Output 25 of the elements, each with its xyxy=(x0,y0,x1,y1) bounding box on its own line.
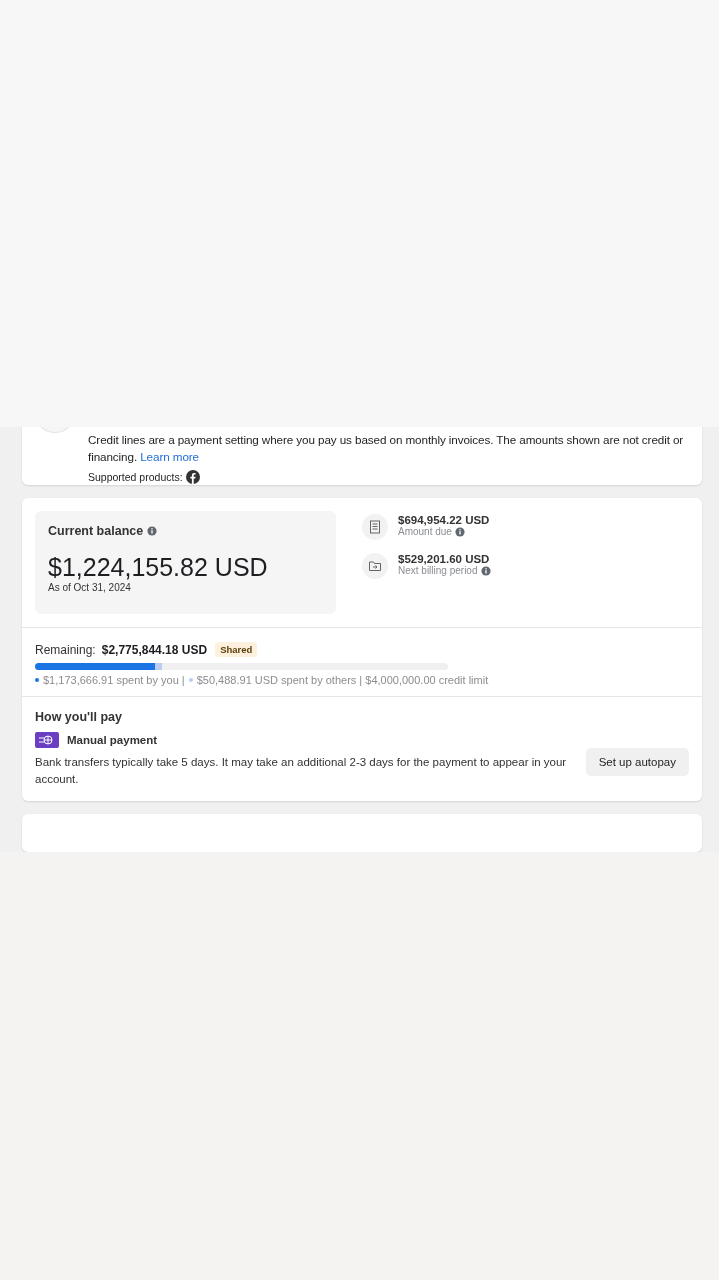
learn-more-link[interactable]: Learn more xyxy=(140,450,199,463)
amount-value: $529,201.60 USD xyxy=(398,553,491,566)
supported-products-label: Supported products: xyxy=(88,471,183,483)
payment-method: Manual payment xyxy=(67,734,158,747)
autopay-button[interactable]: Set up autopay xyxy=(585,748,689,777)
remaining-amount: $2,775,844.18 USD xyxy=(101,642,208,657)
folder-icon xyxy=(368,559,382,574)
legend-text: $50,488.91 USD spent by others | $4,000,000.00 credit limit xyxy=(196,674,489,687)
info-icon xyxy=(454,526,465,537)
info-icon xyxy=(147,526,158,537)
shared-badge: Shared xyxy=(215,642,258,658)
payment-note: Bank transfers typically take 5 days. It may take an additional 2-3 days for the payment to appear in your account. xyxy=(35,755,568,788)
balance-title: Current balance xyxy=(48,524,144,539)
balance-date: As of Oct 31, 2024 xyxy=(48,582,132,594)
document-icon xyxy=(368,520,382,535)
info-icon xyxy=(480,565,491,576)
bank-transfer-icon xyxy=(35,732,59,749)
credit-line-description: Credit lines are a payment setting where you pay us based on monthly invoices. The amounts shown are not credit or financing. Learn more xyxy=(88,432,685,465)
balance-amount: $1,224,155.82 USD xyxy=(48,553,269,583)
remaining-label: Remaining: xyxy=(35,642,96,657)
section-title: How you'll pay xyxy=(35,710,123,725)
amount-label: Amount due xyxy=(398,526,452,538)
legend-text: $1,173,666.91 spent by you | xyxy=(43,674,185,687)
amount-value: $694,954.22 USD xyxy=(398,514,490,527)
amount-label: Next billing period xyxy=(398,565,478,577)
